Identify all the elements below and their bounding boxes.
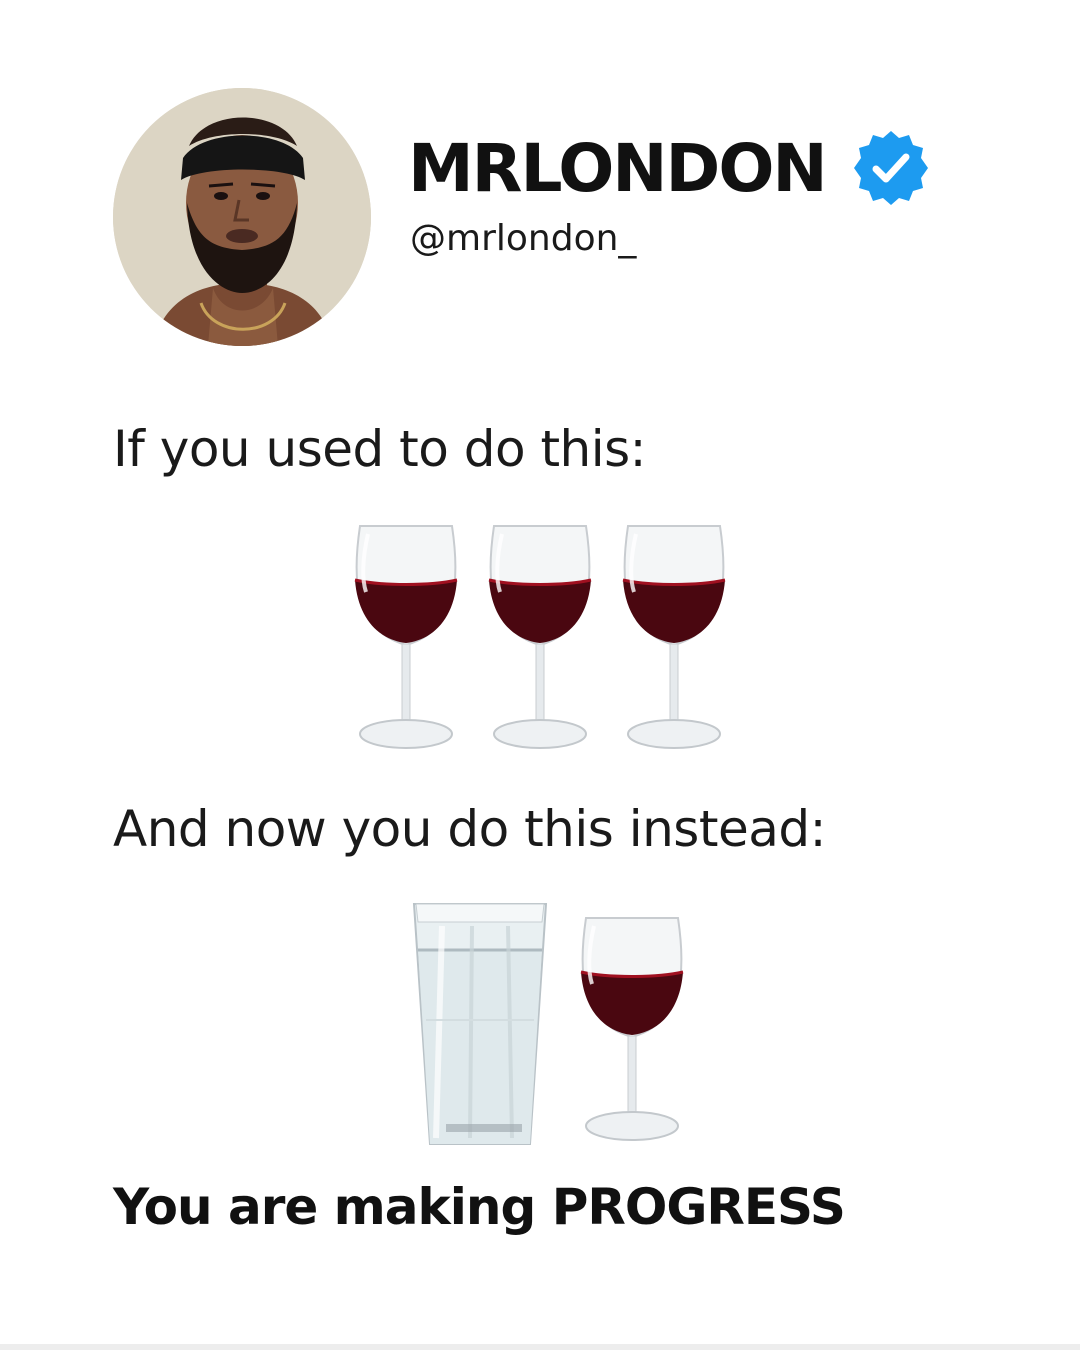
- before-glasses: [350, 520, 730, 756]
- handle[interactable]: @mrlondon_: [410, 218, 636, 259]
- conclusion-text: You are making PROGRESS: [113, 1178, 846, 1236]
- wine-glass-icon: [354, 525, 458, 749]
- before-caption: If you used to do this:: [113, 420, 647, 478]
- profile-photo-icon: [113, 88, 371, 346]
- wine-glass-icon: [488, 525, 592, 749]
- profile-header: MRLONDON @mrlondon_: [113, 88, 928, 348]
- name-row: MRLONDON: [408, 128, 930, 208]
- display-name[interactable]: MRLONDON: [408, 130, 828, 207]
- after-glasses: [412, 900, 688, 1148]
- verified-badge-icon: [853, 131, 928, 205]
- avatar[interactable]: [113, 88, 371, 346]
- after-caption: And now you do this instead:: [113, 800, 826, 858]
- bottom-divider: [0, 1344, 1080, 1350]
- wine-glass-icon: [622, 525, 726, 749]
- water-glass-icon: [412, 903, 548, 1145]
- wine-glass-icon: [580, 917, 684, 1141]
